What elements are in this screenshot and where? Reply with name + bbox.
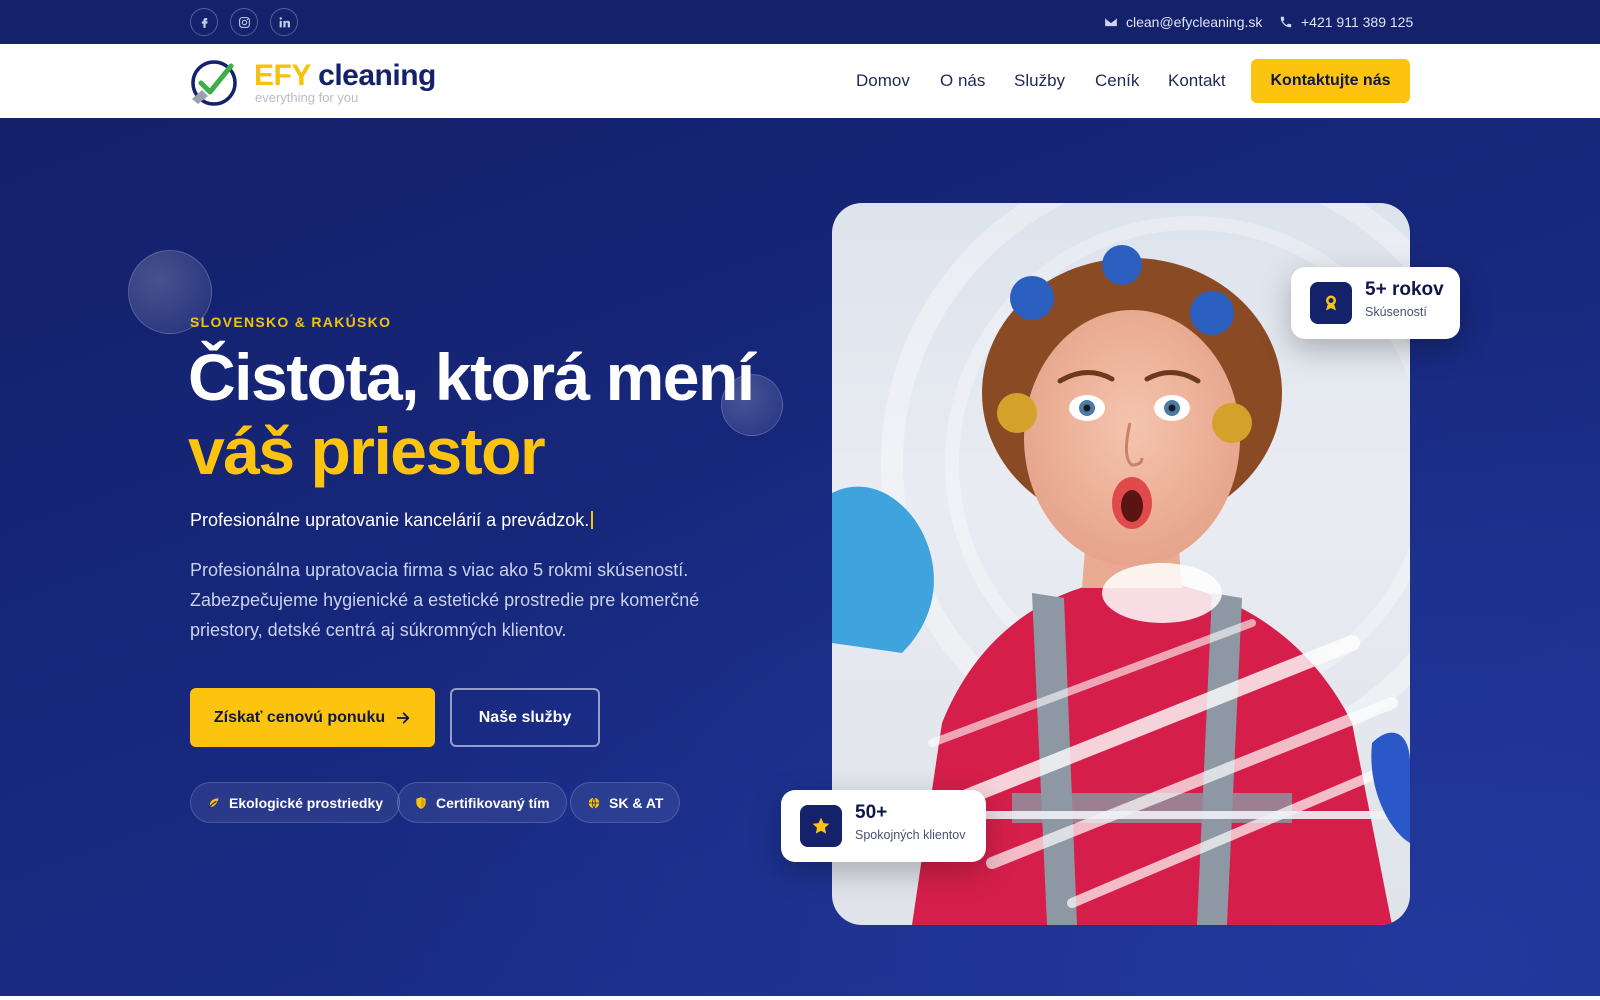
award-medal-icon [1326,295,1336,311]
broom-check-logo-icon [191,60,237,106]
hero-description: Profesionálna upratovacia firma s viac a… [190,560,700,640]
phone-contact[interactable]: +421 911 389 125 [1279,0,1413,44]
experience-label: Skúseností [1365,305,1427,319]
stat-icon-box [1310,282,1352,324]
facebook-link[interactable] [190,8,218,36]
logo-tagline: everything for you [255,90,359,105]
globe-icon [588,796,600,809]
typed-text-content: Profesionálne upratovanie kancelárií a p… [190,510,590,530]
clients-label: Spokojných klientov [855,828,966,842]
facebook-icon [201,17,208,28]
experience-stat-card: 5+ rokov Skúseností [1291,267,1460,339]
chip-eco-label: Ekologické prostriedky [229,794,384,811]
phone-icon [1280,16,1292,28]
typing-caret [591,511,594,529]
email-text: clean@efycleaning.sk [1126,14,1263,30]
instagram-link[interactable] [230,8,258,36]
get-quote-button[interactable]: Získať cenovú ponuku [190,688,435,747]
our-services-button[interactable]: Naše služby [450,688,600,747]
nav-item-sluzby[interactable]: Služby [1014,44,1065,118]
hero-kicker: SLOVENSKO & RAKÚSKO [190,314,392,330]
logo[interactable]: EFY cleaning everything for you [190,55,440,107]
experience-value: 5+ rokov [1365,279,1444,300]
main-header: EFY cleaning everything for you Domov O … [0,44,1600,118]
chip-region-label: SK & AT [609,794,664,811]
leaf-icon [208,797,219,809]
linkedin-link[interactable] [270,8,298,36]
nav-item-kontakt[interactable]: Kontakt [1168,44,1226,118]
logo-efy: EFY [254,59,311,92]
chip-certified: Certifikovaný tím [397,782,567,823]
phone-text: +421 911 389 125 [1301,14,1414,30]
get-quote-label: Získať cenovú ponuku [213,708,386,726]
hero-typed-text: Profesionálne upratovanie kancelárií a p… [190,510,594,531]
nav-item-domov[interactable]: Domov [856,44,910,118]
chip-certified-label: Certifikovaný tím [436,794,550,811]
star-icon [812,817,830,834]
clients-stat-card: 50+ Spokojných klientov [781,790,986,862]
envelope-icon [1105,17,1117,27]
stat-icon-box [800,805,842,847]
logo-cleaning: cleaning [318,59,436,92]
logo-wordmark: EFY cleaning [254,59,436,93]
hero-title-line2: váš priestor [188,414,546,488]
chip-region: SK & AT [570,782,681,823]
contact-us-button[interactable]: Kontaktujte nás [1251,59,1410,103]
top-bar: clean@efycleaning.sk +421 911 389 125 [0,0,1600,44]
arrow-right-icon [396,711,410,724]
shield-icon [416,796,426,809]
nav-item-cenik[interactable]: Ceník [1095,44,1139,118]
instagram-icon [238,16,250,28]
hero-title: Čistota, ktorá mení váš priestor [188,340,755,488]
clients-value: 50+ [855,802,888,823]
chip-eco: Ekologické prostriedky [190,782,401,823]
hero-title-line1: Čistota, ktorá mení [188,340,755,414]
email-contact[interactable]: clean@efycleaning.sk [1104,0,1262,44]
hero-section: SLOVENSKO & RAKÚSKO Čistota, ktorá mení … [0,118,1600,996]
nav-item-o-nas[interactable]: O nás [940,44,985,118]
linkedin-icon [279,16,290,27]
